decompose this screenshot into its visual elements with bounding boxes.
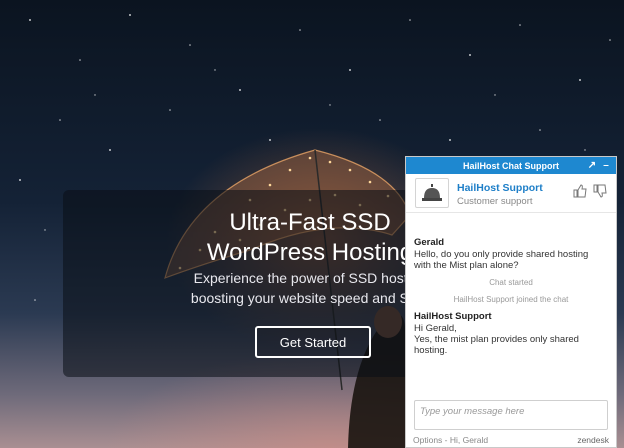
message-sender: Gerald (414, 237, 445, 248)
thumbs-down-icon[interactable] (593, 184, 607, 198)
agent-name: HailHost Support (457, 182, 543, 194)
system-message: Chat started (489, 278, 533, 287)
system-message: HailHost Support joined the chat (453, 295, 569, 304)
get-started-button[interactable]: Get Started (255, 326, 371, 358)
bell-icon (415, 178, 449, 208)
chat-widget: HailHost Chat Support ↗ – HailHost Suppo… (405, 156, 617, 448)
message-text: Hi Gerald, Yes, the mist plan provides o… (414, 323, 579, 356)
chat-header-title: HailHost Chat Support (463, 160, 559, 171)
chat-header: HailHost Chat Support ↗ – (406, 157, 616, 174)
options-link[interactable]: Options - Hi, Gerald (413, 435, 488, 445)
thumbs-up-icon[interactable] (573, 184, 587, 198)
zendesk-link[interactable]: zendesk (577, 435, 609, 445)
agent-role: Customer support (457, 196, 533, 207)
expand-icon[interactable]: ↗ (585, 157, 599, 174)
minimize-icon[interactable]: – (599, 157, 613, 174)
message-sender: HailHost Support (414, 311, 492, 322)
chat-footer: Options - Hi, Gerald zendesk (406, 435, 616, 447)
chat-message-input[interactable]: Type your message here (414, 400, 608, 430)
agent-info: HailHost Support Customer support (406, 174, 616, 213)
message-text: Hello, do you only provide shared hostin… (414, 249, 589, 271)
